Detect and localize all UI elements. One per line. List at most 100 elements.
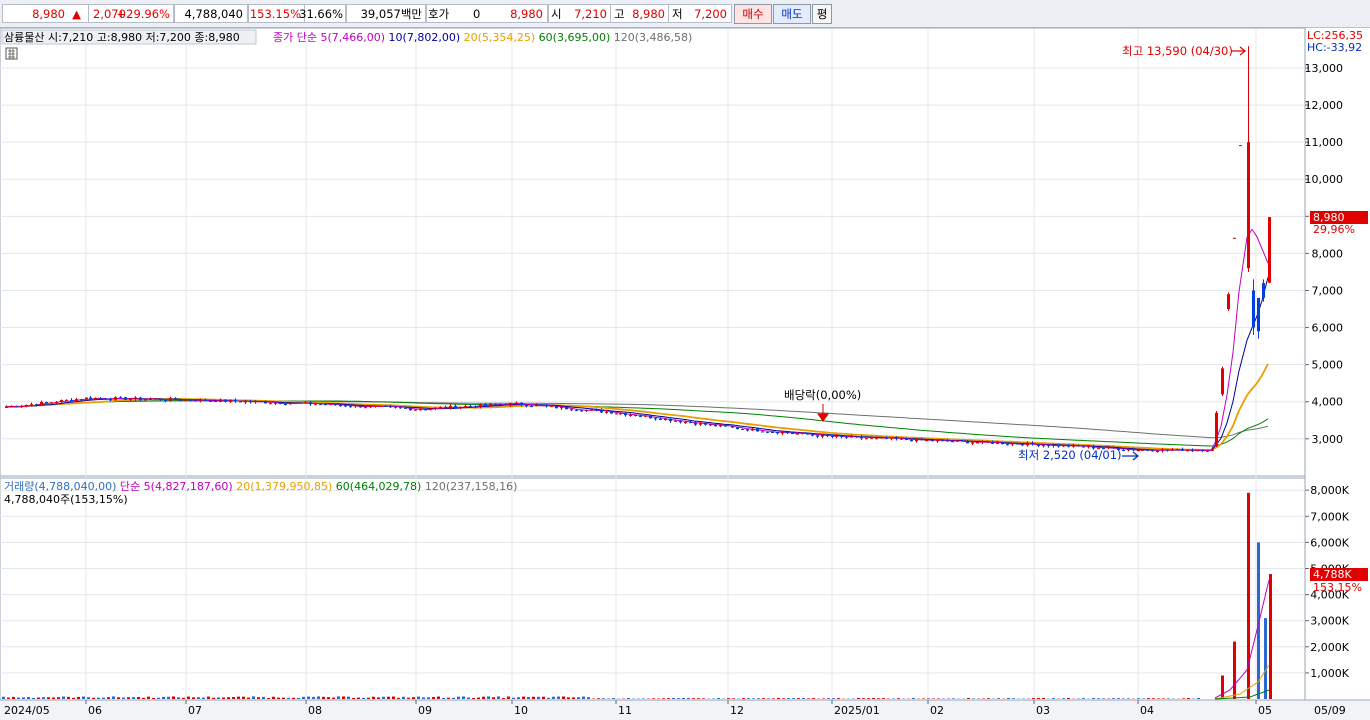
candle-body [714,424,717,427]
candle-body [1021,444,1024,446]
volume-bar [692,698,695,699]
volume-bar [47,697,50,699]
candle-body [379,405,382,407]
candle-body [55,402,58,404]
candle-body [409,408,412,411]
candle-body [515,402,518,404]
volume-bar [837,698,840,699]
candle-body [80,399,83,401]
candle-body [890,437,893,439]
candle-body [124,397,127,400]
candle-body [1233,237,1236,239]
candle-body [600,409,603,413]
volume-bar [792,698,795,699]
volume-bar [67,696,70,699]
volume-bar [1187,698,1190,699]
volume-bar [537,696,540,699]
candle-body [570,409,573,411]
volume-bar [452,697,455,699]
volume-bar [567,697,570,699]
candle-body [1037,444,1040,446]
candle-body [209,400,212,402]
volume-bar [387,696,390,699]
candle-body [1252,290,1255,328]
volume-bar [807,698,810,699]
candle-body [619,413,622,415]
volume-bar [207,696,210,699]
volume-bar [562,696,565,699]
volume-bar [1197,697,1200,699]
candle-body [736,427,739,430]
candle-body [174,398,177,400]
candle-body [204,399,207,401]
candle-body [319,404,322,406]
volume-bar [937,698,940,699]
stock-chart[interactable]: 13,00012,00011,00010,0009,0008,0007,0006… [0,0,1370,720]
volume-bar [217,697,220,699]
candle-body [1262,283,1265,298]
candle-body [60,400,63,403]
candle-body [259,401,262,403]
volume-bar [587,697,590,699]
volume-bar [547,697,550,699]
volume-bar [582,696,585,699]
x-axis-label: 11 [618,704,632,717]
x-axis-label: 06 [88,704,102,717]
candle-body [469,406,472,408]
volume-bar [17,697,20,699]
candle-body [224,399,227,402]
candle-body [404,407,407,409]
candle-body [761,431,764,433]
volume-bar [642,698,645,699]
candle-body [560,406,563,409]
volume-bar [177,697,180,699]
price-tick-label: 3,000 [1312,433,1344,446]
volume-bar [1122,698,1125,699]
candle-body [629,414,632,416]
candle-body [1186,450,1189,452]
candle-body [776,432,779,434]
candle-body [610,411,613,414]
candle-body [585,409,588,412]
candle-body [674,420,677,422]
candle-body [669,418,672,422]
volume-bar [482,696,485,699]
volume-bar [652,698,655,699]
volume-bar [682,697,685,699]
candle-body [555,405,558,409]
candle-body [229,400,232,402]
candle-body [454,405,457,409]
volume-bar [687,697,690,699]
candle-body [986,441,989,443]
candle-body [1171,449,1174,451]
volume-bar [192,697,195,699]
candle-body [1181,449,1184,451]
volume-bar [227,697,230,699]
volume-bar [347,696,350,699]
volume-bar [857,697,860,699]
volume-bar [497,696,500,699]
candle-body [494,403,497,405]
candle-body [880,437,883,439]
price-tick-label: 13,000 [1305,62,1344,75]
legend-item: 종가 단순 5(7,466,00) [273,31,385,44]
volume-bar [212,697,215,699]
candle-body [699,423,702,425]
candle-body [239,401,242,403]
candle-body [234,400,237,402]
legend-item: 120(237,158,16) [421,480,517,493]
candle-body [429,408,432,410]
volume-bar [202,697,205,699]
candle-body [279,402,282,404]
candle-body [659,418,662,421]
candle-body [139,397,142,400]
volume-bar [437,696,440,699]
candle-body [1156,450,1159,452]
x-axis-label: 2024/05 [4,704,50,717]
legend-item: 10(7,802,00) [385,31,460,44]
volume-bar [1092,698,1095,699]
volume-panel[interactable] [0,477,1306,701]
volume-bar [402,696,405,699]
volume-bar [37,697,40,699]
candle-body [545,405,548,407]
